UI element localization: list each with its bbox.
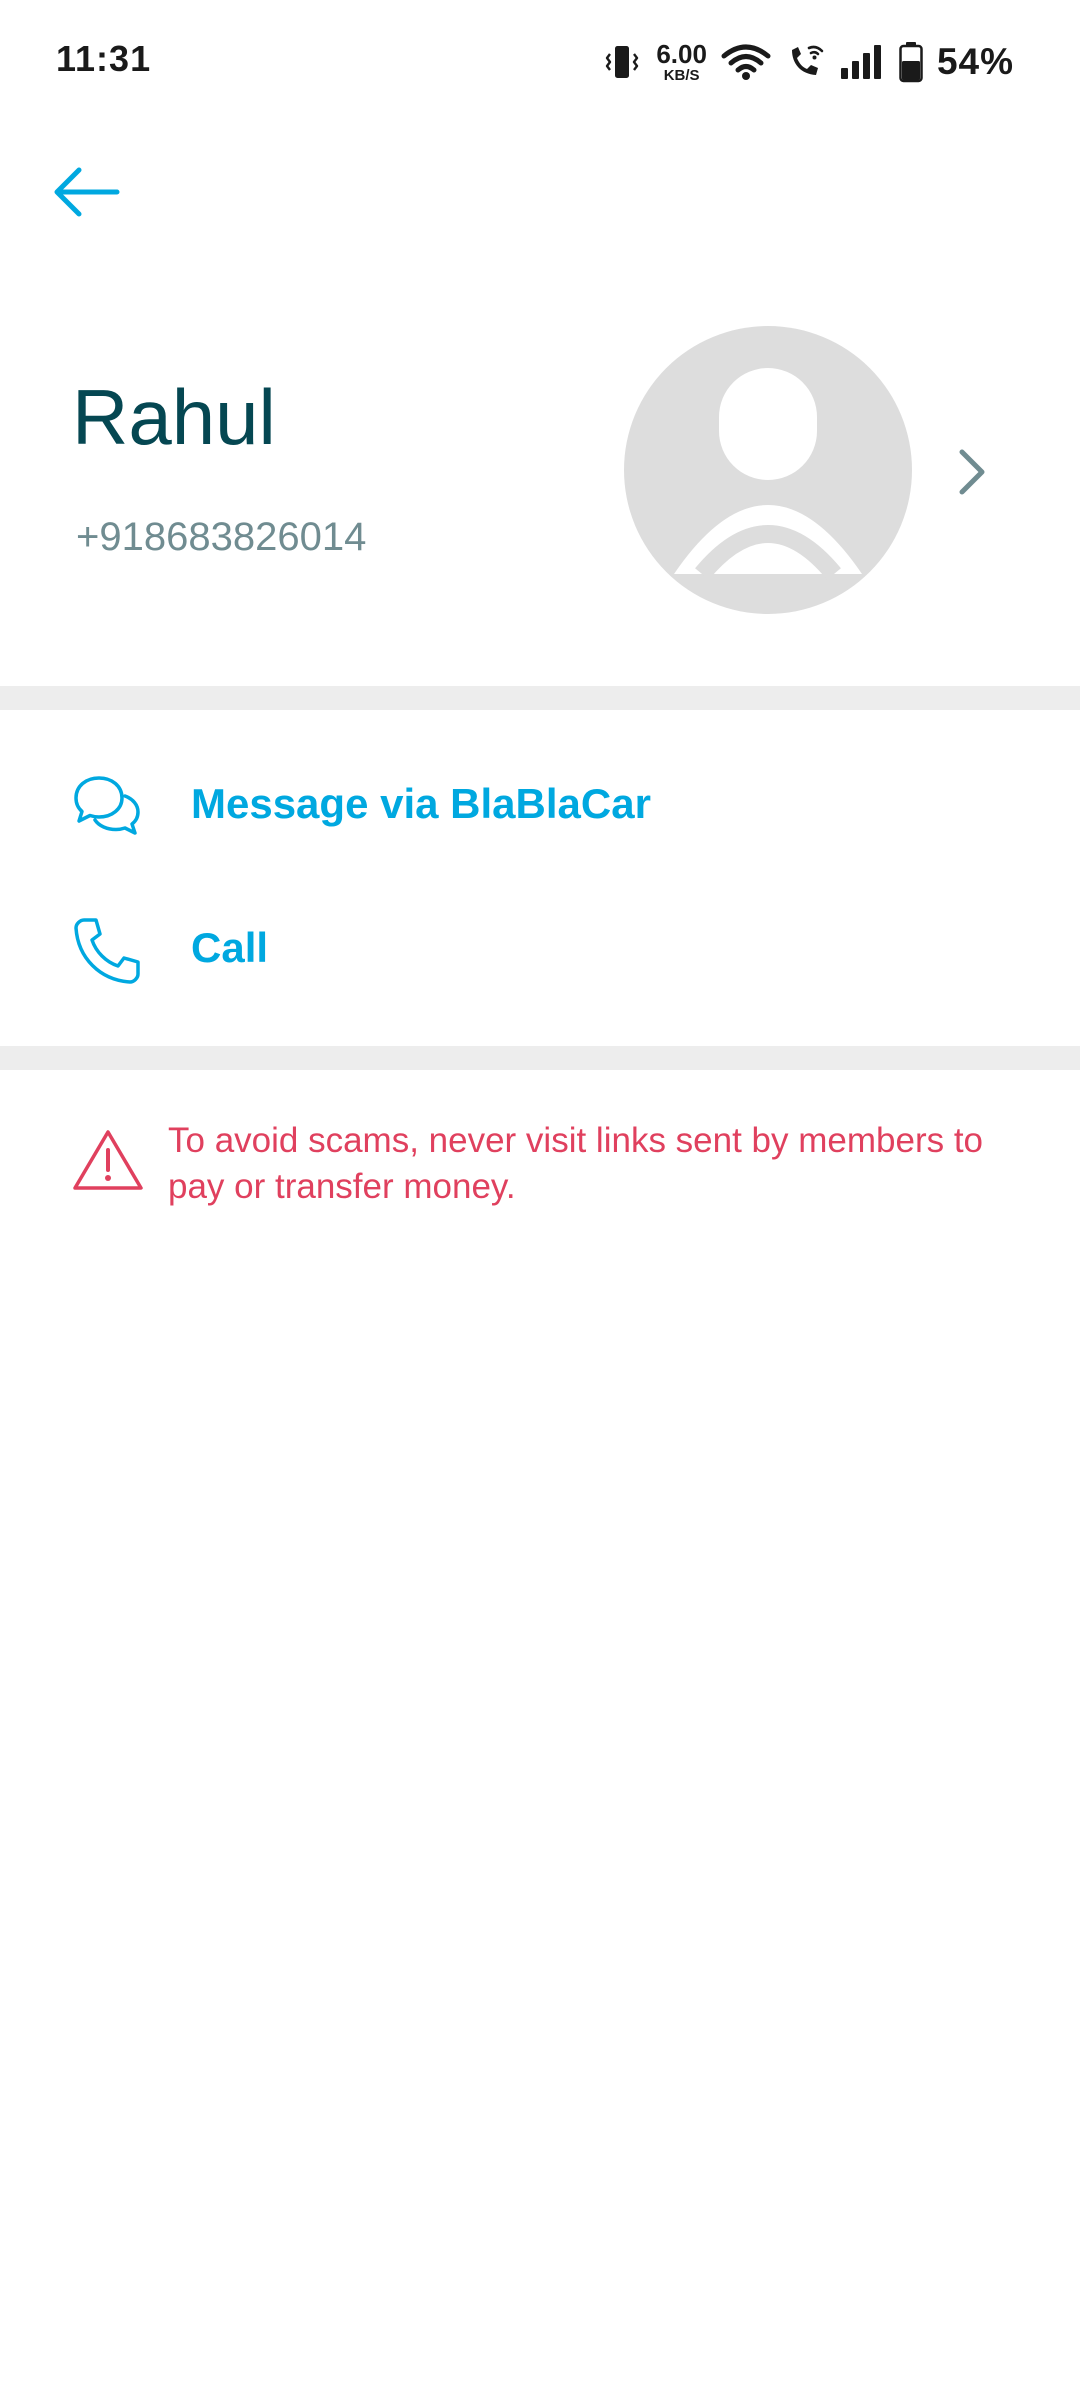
chevron-right-icon bbox=[959, 449, 985, 495]
message-label: Message via BlaBlaCar bbox=[191, 780, 651, 827]
network-speed-unit: KB/S bbox=[663, 67, 700, 84]
message-button[interactable]: Message via BlaBlaCar bbox=[0, 740, 1080, 870]
profile-phone: +918683826014 bbox=[76, 515, 367, 559]
network-speed: 6.00 KB/S bbox=[656, 41, 707, 83]
vibrate-icon bbox=[602, 42, 642, 82]
phone-icon bbox=[74, 918, 140, 984]
section-divider bbox=[0, 1046, 1080, 1070]
status-icons: 6.00 KB/S 54% bbox=[602, 34, 1014, 90]
user-avatar-placeholder-icon bbox=[624, 326, 912, 614]
signal-icon bbox=[839, 42, 885, 82]
battery-percent: 54% bbox=[936, 41, 1014, 82]
scam-warning: To avoid scams, never visit links sent b… bbox=[0, 1110, 1080, 1250]
wifi-icon bbox=[721, 42, 771, 82]
scam-warning-text: To avoid scams, never visit links sent b… bbox=[168, 1121, 984, 1206]
status-time: 11:31 bbox=[56, 38, 152, 79]
call-label: Call bbox=[191, 924, 269, 971]
chat-bubbles-icon bbox=[74, 776, 140, 835]
profile-header[interactable]: Rahul +918683826014 bbox=[0, 300, 1080, 685]
warning-triangle-icon bbox=[73, 1130, 143, 1190]
network-speed-value: 6.00 bbox=[656, 39, 707, 69]
back-button[interactable] bbox=[40, 152, 130, 232]
section-divider bbox=[0, 686, 1080, 710]
arrow-left-icon bbox=[54, 167, 120, 217]
battery-icon bbox=[899, 41, 923, 83]
status-bar: 11:31 6.00 KB/S 54% bbox=[0, 0, 1080, 120]
call-button[interactable]: Call bbox=[0, 884, 1080, 1014]
wifi-calling-icon bbox=[785, 42, 825, 82]
profile-name: Rahul bbox=[72, 373, 276, 461]
